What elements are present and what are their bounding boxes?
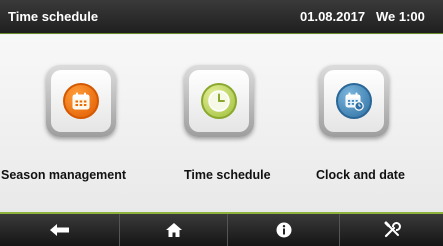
- time-schedule-button[interactable]: [184, 65, 254, 137]
- clock-and-date-button[interactable]: [319, 65, 389, 137]
- page-title: Time schedule: [8, 9, 99, 24]
- title-bar: Time schedule 01.08.2017 We 1:00: [0, 0, 443, 34]
- back-arrow-icon: [49, 224, 69, 236]
- info-button[interactable]: [228, 214, 340, 246]
- season-management-label: Season management: [1, 168, 127, 182]
- date-display: 01.08.2017: [300, 9, 366, 24]
- clock-and-date-tile-face: [324, 70, 384, 132]
- season-calendar-icon: [63, 83, 99, 119]
- home-button[interactable]: [120, 214, 228, 246]
- time-schedule-label: Time schedule: [184, 168, 271, 182]
- season-management-button[interactable]: [46, 65, 116, 137]
- clock-and-date-label: Clock and date: [316, 168, 405, 182]
- home-icon: [165, 223, 182, 237]
- menu-area: Season management Time schedule Clock an…: [0, 35, 443, 212]
- clock-icon: [201, 83, 237, 119]
- day-time-display: We 1:00: [376, 9, 425, 24]
- back-button[interactable]: [0, 214, 120, 246]
- tools-icon: [384, 221, 401, 238]
- tools-button[interactable]: [340, 214, 443, 246]
- season-management-tile-face: [51, 70, 111, 132]
- time-schedule-tile-face: [189, 70, 249, 132]
- bottom-nav-bar: [0, 212, 443, 246]
- info-icon: [276, 222, 291, 238]
- calendar-clock-icon: [336, 83, 372, 119]
